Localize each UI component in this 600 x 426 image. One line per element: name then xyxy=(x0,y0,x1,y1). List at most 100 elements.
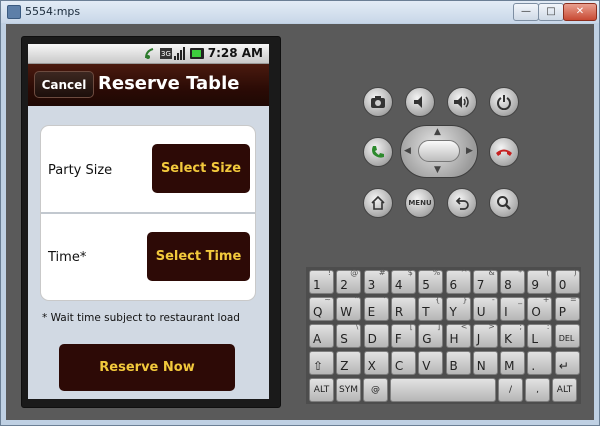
key-comma[interactable]: , xyxy=(525,378,550,402)
key-j[interactable]: J > xyxy=(472,322,498,348)
key-u[interactable]: U- xyxy=(472,295,498,321)
key-slash[interactable]: / xyxy=(498,378,523,402)
cancel-button[interactable]: Cancel xyxy=(34,71,94,98)
key-shift[interactable]: ⇧ xyxy=(309,351,334,375)
wait-time-note: * Wait time subject to restaurant load xyxy=(42,312,240,324)
key-3[interactable]: 3 # xyxy=(363,268,389,294)
dpad-center-button[interactable] xyxy=(418,140,460,162)
key-p[interactable]: P = xyxy=(554,295,580,321)
key-space[interactable] xyxy=(390,378,496,402)
key-alt-label: : xyxy=(546,322,550,331)
page-title: Reserve Table xyxy=(98,73,240,94)
home-icon xyxy=(371,195,385,210)
home-button[interactable] xyxy=(363,188,393,218)
key-alt-left[interactable]: ALT xyxy=(309,378,334,402)
power-button[interactable] xyxy=(489,87,519,117)
key-alt-label: { xyxy=(435,295,441,304)
battery-icon xyxy=(190,48,204,59)
key-o[interactable]: O + xyxy=(527,295,553,321)
key-c[interactable]: C xyxy=(390,351,416,375)
key-alt-label: < xyxy=(460,322,468,331)
dpad-right-icon[interactable]: ▶ xyxy=(466,146,473,156)
key-label: 9 xyxy=(531,278,540,292)
key-8[interactable]: 8 * xyxy=(500,268,526,294)
key-label: ⇧ xyxy=(313,359,324,373)
key-i[interactable]: I _ xyxy=(500,295,526,321)
key-label: F xyxy=(394,332,402,346)
search-button[interactable] xyxy=(489,188,519,218)
key-label: 7 xyxy=(476,278,485,292)
call-button[interactable] xyxy=(363,137,393,167)
key-label: R xyxy=(394,305,404,319)
key-r[interactable]: R ` xyxy=(390,295,416,321)
key-label: C xyxy=(394,359,404,373)
close-button[interactable]: ✕ xyxy=(563,3,597,21)
key-f[interactable]: F[ xyxy=(390,322,416,348)
key-alt-label: & xyxy=(488,268,495,277)
key-v[interactable]: V xyxy=(418,351,444,375)
minimize-button[interactable]: — xyxy=(513,3,539,21)
key-del[interactable]: DEL xyxy=(554,324,580,348)
key-alt-label: - xyxy=(491,295,495,304)
reserve-now-button[interactable]: Reserve Now xyxy=(59,344,235,391)
key-h[interactable]: H < xyxy=(445,322,471,348)
dpad-up-icon[interactable]: ▲ xyxy=(434,127,441,137)
key-m[interactable]: M xyxy=(500,351,526,375)
key-alt-right[interactable]: ALT xyxy=(552,378,577,402)
key-9[interactable]: 9( xyxy=(527,268,553,294)
emulator-window: 5554:mps — □ ✕ 3G 7:28 AM Cancel Reserve xyxy=(0,0,600,426)
key-label: 0 xyxy=(558,278,567,292)
key-alt-label: # xyxy=(378,268,386,277)
select-time-button[interactable]: Select Time xyxy=(147,232,250,281)
key-k[interactable]: K; xyxy=(500,322,526,348)
key-n[interactable]: N xyxy=(472,351,498,375)
hardware-keyboard: 1! 2 @3 #4 $5% 6 ^ 7 & 8 * 9(0) Q ~ W " E ' R ` T{Y} U - I _ O + P =… xyxy=(306,267,581,404)
key-alt-label: @ xyxy=(350,268,359,277)
key-7[interactable]: 7 & xyxy=(472,268,498,294)
key-e[interactable]: E ' xyxy=(363,295,389,321)
key-label: W xyxy=(340,305,353,319)
key-6[interactable]: 6 ^ xyxy=(445,268,471,294)
key-4[interactable]: 4 $ xyxy=(390,268,416,294)
key-label: I xyxy=(504,305,508,319)
key-g[interactable]: G] xyxy=(418,322,444,348)
maximize-button[interactable]: □ xyxy=(538,3,564,21)
key-alt-label: % xyxy=(432,268,441,277)
back-button[interactable] xyxy=(447,188,477,218)
volume-up-button[interactable] xyxy=(447,87,477,117)
select-size-button[interactable]: Select Size xyxy=(152,144,250,193)
key-q[interactable]: Q ~ xyxy=(309,295,334,321)
key-at[interactable]: @ xyxy=(363,378,388,402)
dpad-left-icon[interactable]: ◀ xyxy=(404,146,411,156)
key-t[interactable]: T{ xyxy=(418,295,444,321)
key-b[interactable]: B xyxy=(445,351,471,375)
volume-down-button[interactable] xyxy=(405,87,435,117)
volume-up-icon xyxy=(454,96,469,108)
key-l[interactable]: L: xyxy=(527,322,553,348)
camera-button[interactable] xyxy=(363,87,393,117)
key-label: H xyxy=(449,332,459,346)
key-enter[interactable]: ↵ xyxy=(554,351,580,375)
key-1[interactable]: 1! xyxy=(309,268,334,294)
key-a[interactable]: A xyxy=(309,324,334,348)
key-s[interactable]: S \ xyxy=(336,322,362,348)
key-y[interactable]: Y} xyxy=(445,295,471,321)
key-z[interactable]: Z xyxy=(336,351,362,375)
end-call-button[interactable] xyxy=(489,137,519,167)
dpad-down-icon[interactable]: ▼ xyxy=(434,165,441,175)
key-sym[interactable]: SYM xyxy=(336,378,361,402)
key-5[interactable]: 5% xyxy=(418,268,444,294)
key-2[interactable]: 2 @ xyxy=(336,268,362,294)
key-x[interactable]: X xyxy=(363,351,389,375)
key-period[interactable]: . xyxy=(527,351,553,375)
menu-button[interactable]: MENU xyxy=(405,188,435,218)
window-titlebar: 5554:mps — □ ✕ xyxy=(1,1,599,23)
key-label: X xyxy=(367,359,376,373)
status-bar: 3G 7:28 AM xyxy=(28,44,269,64)
key-0[interactable]: 0) xyxy=(554,268,580,294)
key-d[interactable]: D xyxy=(363,324,389,348)
key-label: U xyxy=(476,305,486,319)
back-icon xyxy=(455,197,469,210)
key-alt-label: ] xyxy=(437,322,441,331)
key-w[interactable]: W " xyxy=(336,295,362,321)
